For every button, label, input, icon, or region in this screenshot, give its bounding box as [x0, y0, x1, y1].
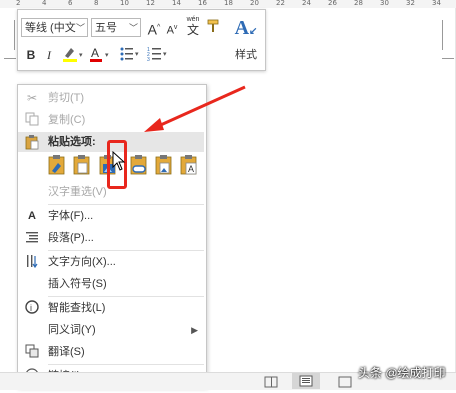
ruler-number: 28	[354, 0, 363, 7]
ruler-number: 16	[198, 0, 207, 7]
menu-item-paragraph[interactable]: 段落(P)...	[18, 227, 204, 249]
mouse-cursor-icon	[112, 151, 126, 171]
bullets-button[interactable]: ▾	[118, 44, 142, 62]
ruler-number: 26	[328, 0, 337, 7]
menu-item-label: 插入符号(S)	[48, 278, 107, 290]
menu-item-label: 字体(F)...	[48, 210, 94, 222]
paste-text-only-icon[interactable]: A	[180, 154, 198, 176]
translate-icon	[24, 344, 40, 360]
grow-font-button[interactable]: A^	[146, 19, 162, 38]
print-layout-icon	[299, 375, 313, 387]
format-painter-icon	[207, 19, 219, 32]
paste-link-merge-icon[interactable]	[155, 154, 173, 176]
font-color-button[interactable]: A ▾	[88, 44, 112, 62]
menu-item-label: 汉字重选(V)	[48, 186, 107, 198]
ruler-number: 18	[224, 0, 233, 7]
svg-text:A: A	[188, 164, 194, 174]
bullet-list-icon: ▾	[120, 47, 139, 61]
ruler-number: 4	[42, 0, 47, 7]
numbering-button[interactable]: 1 2 3 ▾	[146, 44, 170, 63]
shrink-font-icon: A	[166, 24, 174, 37]
svg-text:i: i	[30, 303, 32, 313]
menu-item-label: 文字方向(X)...	[48, 256, 116, 268]
ruler-number: 14	[172, 0, 181, 7]
font-size-value: 五号	[95, 22, 117, 34]
svg-text:▾: ▾	[163, 51, 167, 58]
svg-text:▾: ▾	[135, 51, 139, 58]
menu-item-label: 段落(P)...	[48, 232, 94, 244]
phonetic-char: 文	[186, 23, 199, 37]
paste-keep-source-formatting-icon[interactable]	[48, 154, 66, 176]
crop-mark	[442, 58, 454, 59]
copy-icon	[24, 112, 40, 128]
menu-item-label: 智能查找(L)	[48, 302, 106, 314]
text-direction-icon	[24, 254, 40, 270]
scissors-icon: ✂	[26, 91, 38, 105]
font-icon: A	[28, 210, 36, 222]
styles-button[interactable]: A↙ 样式	[230, 16, 262, 62]
ruler-number: 22	[276, 0, 285, 7]
paste-merge-formatting-icon[interactable]	[73, 154, 91, 176]
shrink-font-button[interactable]: Av	[164, 19, 180, 37]
read-mode-icon[interactable]	[264, 375, 278, 393]
styles-icon: A↙	[234, 17, 258, 39]
font-name-combo[interactable]: 等线 (中文 ﹀	[21, 18, 88, 37]
svg-text:▾: ▾	[79, 52, 83, 59]
menu-item-smart-lookup[interactable]: i 智能查找(L)	[18, 297, 204, 319]
crop-mark	[442, 20, 443, 50]
grow-font-icon: A	[147, 21, 158, 38]
submenu-arrow-icon: ▶	[191, 325, 198, 335]
ruler-number: 32	[406, 0, 415, 7]
ruler-number: 10	[120, 0, 129, 7]
styles-label: 样式	[235, 49, 257, 61]
ruler-number: 20	[250, 0, 259, 7]
clipboard-icon	[24, 134, 40, 155]
menu-item-text-direction[interactable]: 文字方向(X)...	[18, 251, 204, 273]
ruler-number: 34	[432, 0, 441, 7]
font-name-value: 等线 (中文	[25, 22, 76, 34]
phonetic-guide-button[interactable]: wén 文	[184, 15, 202, 39]
paste-options-label: 粘贴选项:	[48, 136, 96, 148]
print-layout-button[interactable]	[292, 373, 320, 389]
crop-mark	[4, 58, 16, 59]
menu-item-label: 同义词(Y)	[48, 324, 96, 336]
ruler-number: 24	[302, 0, 311, 7]
ruler-number: 6	[68, 0, 73, 7]
menu-item-font[interactable]: A 字体(F)...	[18, 205, 204, 227]
ruler-number: 12	[146, 0, 155, 7]
numbered-list-icon: 1 2 3 ▾	[147, 47, 167, 63]
horizontal-ruler: 2 4 6 8 10 12 14 16 18 20 22 24 26 28 30 32 34	[0, 0, 456, 8]
svg-text:3: 3	[147, 57, 150, 63]
chevron-down-icon[interactable]: ﹀	[76, 19, 85, 38]
highlight-button[interactable]: ▾	[61, 44, 85, 62]
smart-lookup-icon: i	[24, 300, 40, 316]
svg-text:A: A	[91, 46, 99, 60]
paste-link-keep-source-icon[interactable]	[130, 154, 148, 176]
svg-text:▾: ▾	[105, 52, 109, 59]
format-painter-button[interactable]	[205, 19, 221, 37]
watermark-text: 头条 @绘成打印	[358, 366, 446, 380]
menu-item-label: 复制(C)	[48, 114, 86, 126]
ruler-number: 30	[380, 0, 389, 7]
menu-item-synonyms[interactable]: 同义词(Y) ▶	[18, 319, 204, 341]
menu-item-insert-symbol[interactable]: 插入符号(S)	[18, 273, 204, 295]
font-color-icon: A ▾	[90, 46, 109, 62]
bold-button[interactable]: B	[24, 46, 38, 64]
annotation-arrow	[144, 85, 246, 132]
menu-item-label: 剪切(T)	[48, 92, 85, 104]
paragraph-icon	[24, 230, 40, 246]
font-size-combo[interactable]: 五号 ﹀	[91, 18, 141, 37]
crop-mark	[14, 20, 15, 50]
highlighter-icon: ▾	[63, 48, 83, 62]
menu-item-translate[interactable]: 翻译(S)	[18, 341, 204, 363]
italic-button[interactable]: I	[42, 46, 56, 64]
menu-item-label: 翻译(S)	[48, 346, 85, 358]
ruler-number: 8	[94, 0, 99, 7]
ruler-number: 2	[16, 0, 21, 7]
chevron-down-icon[interactable]: ﹀	[129, 19, 138, 38]
menu-item-reconvert[interactable]: 汉字重选(V)	[18, 181, 204, 203]
web-layout-icon[interactable]	[338, 375, 352, 393]
mini-toolbar: 等线 (中文 ﹀ 五号 ﹀ A^ Av wén 文 A↙ 样式 B I ▾ A	[17, 9, 266, 71]
